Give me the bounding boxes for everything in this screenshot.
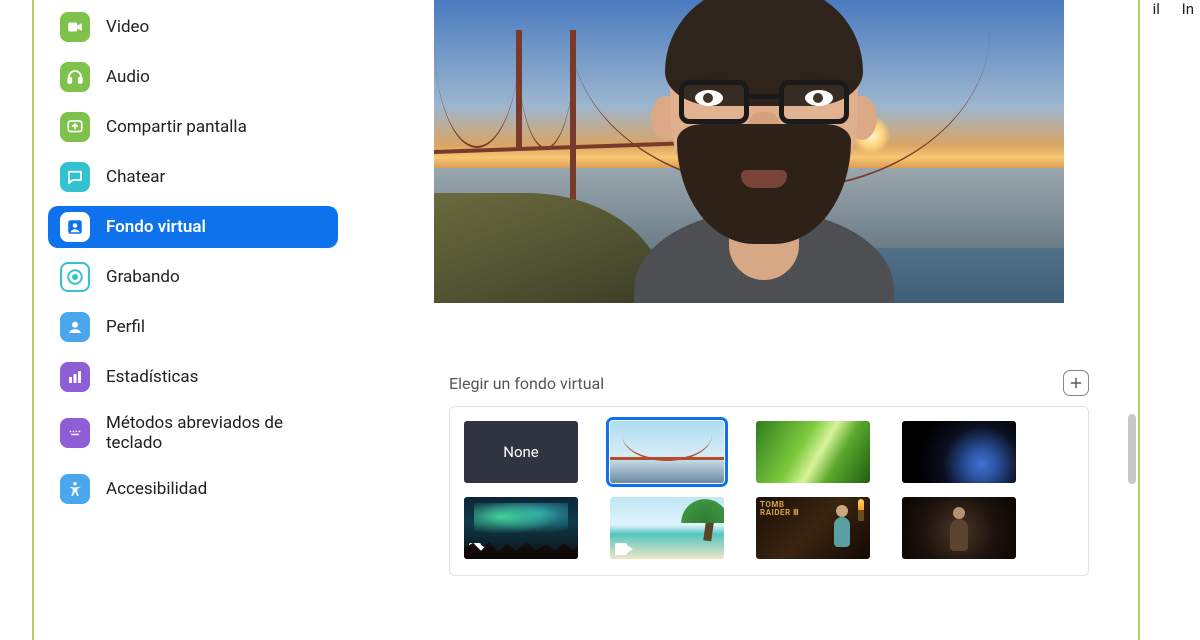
sidebar-item-label: Estadísticas — [106, 367, 198, 387]
video-preview — [434, 0, 1064, 303]
sidebar-item-profile[interactable]: Perfil — [48, 306, 338, 348]
toplink-b[interactable]: In — [1182, 0, 1194, 18]
user-portrait — [599, 0, 929, 303]
sidebar-item-label: Accesibilidad — [106, 479, 207, 499]
add-background-button[interactable] — [1063, 370, 1089, 396]
sidebar-item-video[interactable]: Video — [48, 6, 338, 48]
settings-window: Video Audio Compartir pantalla Chatear F — [32, 0, 1140, 640]
background-thumb-earth[interactable] — [902, 421, 1016, 483]
sidebar-item-audio[interactable]: Audio — [48, 56, 338, 98]
sidebar-item-label: Video — [106, 17, 149, 37]
sidebar-item-chat[interactable]: Chatear — [48, 156, 338, 198]
sidebar-item-label: Chatear — [106, 167, 165, 187]
profile-icon — [60, 312, 90, 342]
headphones-icon — [60, 62, 90, 92]
sidebar-item-statistics[interactable]: Estadísticas — [48, 356, 338, 398]
choose-background-header: Elegir un fondo virtual — [449, 370, 1089, 396]
choose-background-title: Elegir un fondo virtual — [449, 374, 604, 393]
background-thumb-grass[interactable] — [756, 421, 870, 483]
background-gallery: None TOMBRAIDER Ⅲ — [449, 406, 1089, 576]
record-icon — [60, 262, 90, 292]
background-thumb-bridge[interactable] — [610, 421, 724, 483]
sidebar-item-recording[interactable]: Grabando — [48, 256, 338, 298]
sidebar-item-virtual-background[interactable]: Fondo virtual — [48, 206, 338, 248]
sidebar-item-accessibility[interactable]: Accesibilidad — [48, 468, 338, 510]
stats-icon — [60, 362, 90, 392]
portrait-icon — [60, 212, 90, 242]
sidebar-item-label: Grabando — [106, 267, 180, 287]
thumb-logo-text: TOMBRAIDER Ⅲ — [760, 501, 799, 517]
sidebar-item-share-screen[interactable]: Compartir pantalla — [48, 106, 338, 148]
top-right-links: il In — [1135, 0, 1194, 18]
accessibility-icon — [60, 474, 90, 504]
sidebar-item-label: Métodos abreviados de teclado — [106, 413, 326, 454]
sidebar-item-label: Compartir pantalla — [106, 117, 247, 137]
share-screen-icon — [60, 112, 90, 142]
chat-icon — [60, 162, 90, 192]
background-thumb-tombraider[interactable]: TOMBRAIDER Ⅲ — [756, 497, 870, 559]
sidebar-item-label: Fondo virtual — [106, 217, 206, 237]
video-badge-icon — [615, 543, 633, 555]
gallery-scrollbar[interactable] — [1128, 414, 1136, 484]
sidebar-item-label: Perfil — [106, 317, 145, 337]
background-thumb-none[interactable]: None — [464, 421, 578, 483]
background-thumb-aurora[interactable] — [464, 497, 578, 559]
background-thumb-dark[interactable] — [902, 497, 1016, 559]
keyboard-icon — [60, 418, 90, 448]
settings-sidebar: Video Audio Compartir pantalla Chatear F — [48, 6, 338, 518]
sidebar-item-label: Audio — [106, 67, 150, 87]
video-icon — [60, 12, 90, 42]
sidebar-item-keyboard-shortcuts[interactable]: Métodos abreviados de teclado — [48, 406, 338, 460]
background-thumb-beach[interactable] — [610, 497, 724, 559]
video-badge-icon — [469, 543, 487, 555]
toplink-a[interactable]: il — [1153, 0, 1160, 18]
